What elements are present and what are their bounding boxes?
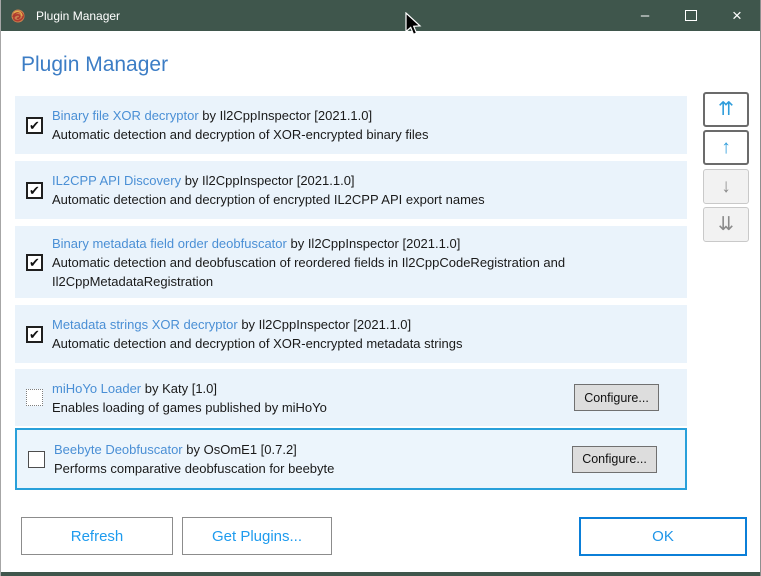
- arrow-icon: ⇊: [718, 214, 734, 235]
- plugin-row[interactable]: ✔ Metadata strings XOR decryptor by Il2C…: [15, 305, 687, 363]
- plugin-title-line: IL2CPP API Discovery by Il2CppInspector …: [52, 171, 679, 190]
- plugin-name-link[interactable]: Binary file XOR decryptor: [52, 108, 199, 123]
- plugin-title-line: Metadata strings XOR decryptor by Il2Cpp…: [52, 315, 679, 334]
- get-plugins-button[interactable]: Get Plugins...: [182, 517, 332, 555]
- maximize-button[interactable]: [668, 0, 714, 31]
- plugin-text: Metadata strings XOR decryptor by Il2Cpp…: [52, 315, 687, 353]
- plugin-row[interactable]: miHoYo Loader by Katy [1.0] Enables load…: [15, 369, 687, 426]
- plugin-description: Performs comparative deobfuscation for b…: [54, 461, 335, 476]
- plugin-name-link[interactable]: miHoYo Loader: [52, 381, 141, 396]
- window-controls: – ×: [622, 0, 760, 31]
- plugin-enabled-checkbox[interactable]: [26, 389, 43, 406]
- plugin-title-line: Beebyte Deobfuscator by OsOmE1 [0.7.2]: [54, 440, 564, 459]
- ok-button[interactable]: OK: [579, 517, 747, 556]
- maximize-icon: [685, 10, 697, 21]
- plugin-name-link[interactable]: IL2CPP API Discovery: [52, 173, 181, 188]
- refresh-button[interactable]: Refresh: [21, 517, 173, 555]
- page-title: Plugin Manager: [21, 53, 169, 76]
- plugin-row[interactable]: ✔ IL2CPP API Discovery by Il2CppInspecto…: [15, 161, 687, 219]
- titlebar: Plugin Manager – ×: [1, 0, 760, 31]
- plugin-enabled-checkbox[interactable]: [28, 450, 45, 468]
- configure-button[interactable]: Configure...: [572, 445, 657, 473]
- arrow-icon: ↓: [721, 175, 731, 197]
- plugin-byline: by OsOmE1 [0.7.2]: [182, 442, 297, 457]
- window-bottom-edge: [1, 572, 760, 576]
- plugin-enabled-checkbox[interactable]: ✔: [26, 325, 43, 343]
- plugin-text: Beebyte Deobfuscator by OsOmE1 [0.7.2] P…: [54, 440, 572, 478]
- move-up-button[interactable]: ↑: [703, 130, 749, 165]
- plugin-byline: by Katy [1.0]: [141, 380, 218, 396]
- plugin-byline: by Il2CppInspector [2021.1.0]: [237, 317, 412, 332]
- plugin-text: Binary metadata field order deobfuscator…: [52, 234, 687, 291]
- plugin-name-link[interactable]: Binary metadata field order deobfuscator: [52, 236, 287, 251]
- plugin-description: Automatic detection and decryption of en…: [52, 192, 485, 207]
- plugin-text: Binary file XOR decryptor by Il2CppInspe…: [52, 106, 687, 144]
- plugin-enabled-checkbox[interactable]: ✔: [26, 116, 43, 134]
- plugin-title-line: miHoYo Loader by Katy [1.0]: [52, 379, 566, 398]
- plugin-title-line: Binary file XOR decryptor by Il2CppInspe…: [52, 106, 679, 125]
- move-to-top-button[interactable]: ⇈: [703, 92, 749, 127]
- plugin-description: Enables loading of games published by mi…: [52, 399, 327, 415]
- move-to-bottom-button[interactable]: ⇊: [703, 207, 749, 242]
- close-button[interactable]: ×: [714, 0, 760, 31]
- plugin-name-link[interactable]: Beebyte Deobfuscator: [54, 442, 183, 457]
- plugin-row[interactable]: Beebyte Deobfuscator by OsOmE1 [0.7.2] P…: [15, 428, 687, 490]
- app-icon: [11, 9, 25, 22]
- move-down-button[interactable]: ↓: [703, 169, 749, 204]
- plugin-manager-window: Plugin Manager – × Plugin Manager ✔ Bina…: [0, 0, 761, 576]
- plugin-byline: by Il2CppInspector [2021.1.0]: [286, 235, 461, 251]
- arrow-icon: ↑: [721, 136, 731, 158]
- plugin-title-line: Binary metadata field order deobfuscator…: [52, 234, 679, 253]
- window-title: Plugin Manager: [36, 8, 121, 23]
- plugin-text: miHoYo Loader by Katy [1.0] Enables load…: [52, 379, 574, 417]
- minimize-button[interactable]: –: [622, 0, 668, 31]
- plugin-description: Automatic detection and decryption of XO…: [52, 336, 463, 351]
- plugin-list: ✔ Binary file XOR decryptor by Il2CppIns…: [15, 96, 687, 497]
- plugin-byline: by Il2CppInspector [2021.1.0]: [198, 108, 373, 123]
- plugin-enabled-checkbox[interactable]: ✔: [26, 253, 43, 271]
- plugin-description: Automatic detection and deobfuscation of…: [52, 254, 566, 289]
- plugin-name-link[interactable]: Metadata strings XOR decryptor: [52, 317, 238, 332]
- plugin-row[interactable]: ✔ Binary metadata field order deobfuscat…: [15, 226, 687, 298]
- plugin-byline: by Il2CppInspector [2021.1.0]: [181, 173, 355, 188]
- plugin-description: Automatic detection and decryption of XO…: [52, 127, 429, 142]
- order-buttons: ⇈ ↑ ↓ ⇊: [703, 92, 749, 245]
- arrow-icon: ⇈: [718, 99, 734, 120]
- plugin-row[interactable]: ✔ Binary file XOR decryptor by Il2CppIns…: [15, 96, 687, 154]
- configure-button[interactable]: Configure...: [574, 384, 659, 411]
- plugin-text: IL2CPP API Discovery by Il2CppInspector …: [52, 171, 687, 209]
- plugin-enabled-checkbox[interactable]: ✔: [26, 181, 43, 199]
